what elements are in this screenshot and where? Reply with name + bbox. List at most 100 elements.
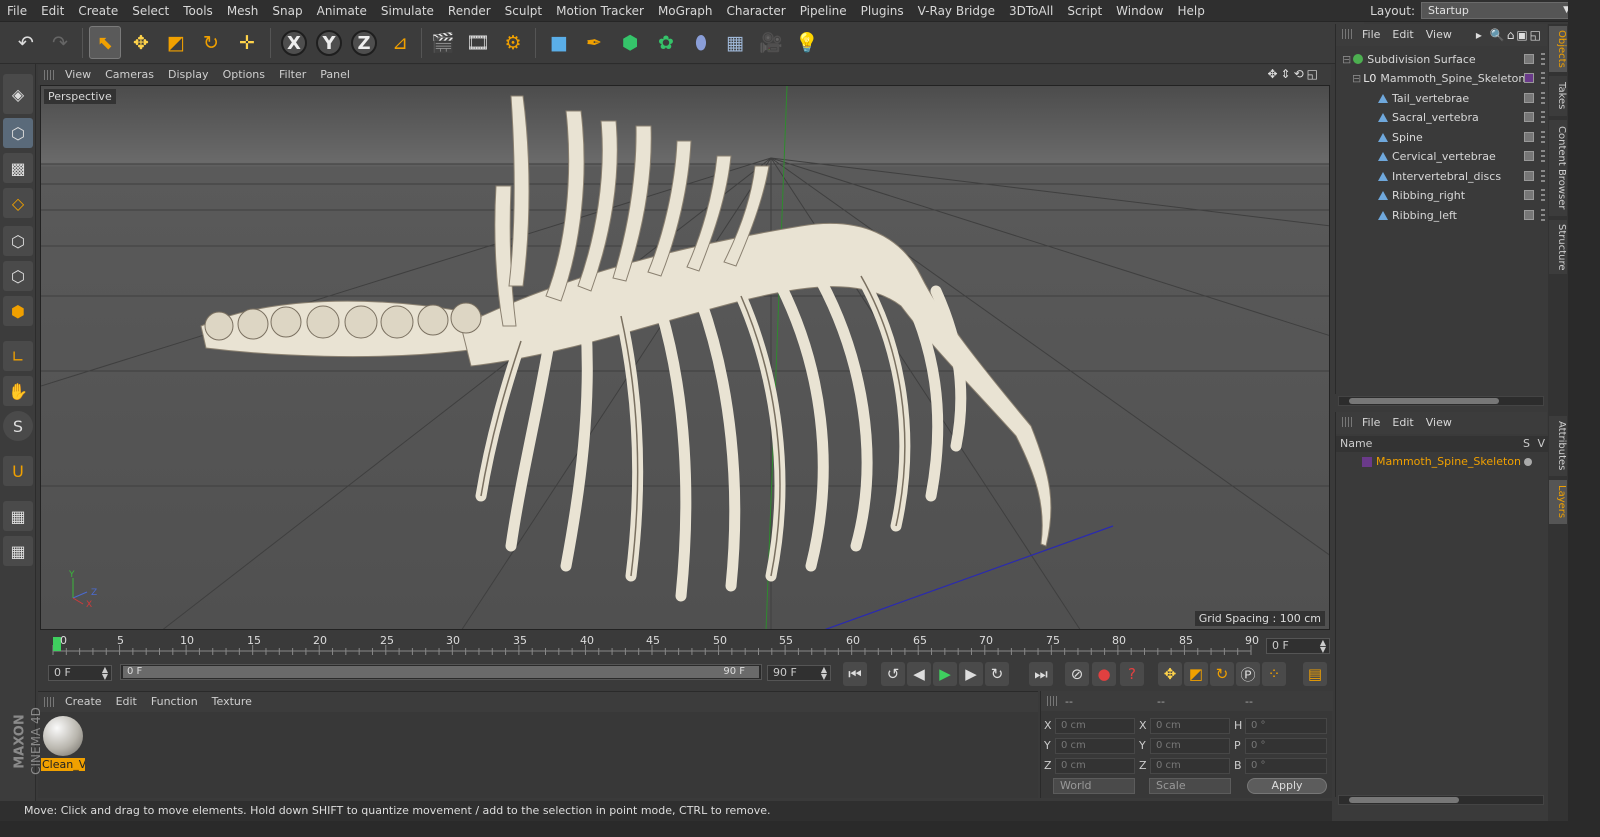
magnet-icon[interactable]: U <box>3 456 33 486</box>
tweak-mode-icon[interactable]: ✋ <box>3 376 33 406</box>
viewport-nav-icons[interactable]: ✥⇕⟲◱ <box>1267 67 1321 81</box>
layer-menu-edit[interactable]: Edit <box>1386 412 1419 434</box>
object-menu-edit[interactable]: Edit <box>1386 24 1419 46</box>
scrollbar-thumb[interactable] <box>1349 797 1459 803</box>
object-flags[interactable] <box>1541 170 1545 182</box>
mammoth-spine-skeleton-model[interactable] <box>200 95 1052 602</box>
key-position-icon[interactable]: ✥ <box>1158 662 1182 686</box>
viewport-menu-options[interactable]: Options <box>216 65 272 85</box>
object-row-subdivision-surface[interactable]: ⊟ Subdivision Surface <box>1336 50 1548 69</box>
coordinate-system-icon[interactable]: ⊿ <box>384 26 416 59</box>
object-row-ribbing-right[interactable]: Ribbing_right <box>1336 186 1548 205</box>
material-menu-edit[interactable]: Edit <box>109 692 144 712</box>
next-key-icon[interactable]: ↻ <box>985 662 1009 686</box>
viewport-menu-panel[interactable]: Panel <box>313 65 357 85</box>
spinner-icon[interactable]: ▲ ▼ <box>1320 639 1326 654</box>
render-settings-icon[interactable]: ⚙ <box>497 26 529 59</box>
material-menu-function[interactable]: Function <box>144 692 205 712</box>
viewport-menu-cameras[interactable]: Cameras <box>98 65 161 85</box>
menu-simulate[interactable]: Simulate <box>374 0 441 22</box>
scrollbar-thumb[interactable] <box>1349 398 1499 404</box>
menu-script[interactable]: Script <box>1060 0 1109 22</box>
material-menu-create[interactable]: Create <box>58 692 109 712</box>
axis-mode-icon[interactable]: ∟ <box>3 341 33 371</box>
object-flags[interactable] <box>1541 72 1545 84</box>
layer-solo-toggle[interactable] <box>1524 458 1532 466</box>
menu-sculpt[interactable]: Sculpt <box>498 0 549 22</box>
coordinate-mode-select[interactable]: World <box>1053 778 1135 794</box>
perspective-viewport[interactable]: Perspective Y Z X Grid Spacing : 100 cm <box>40 85 1330 630</box>
object-flags[interactable] <box>1541 189 1545 201</box>
object-menu-view[interactable]: View <box>1420 24 1458 46</box>
tab-structure[interactable]: Structure <box>1549 220 1567 274</box>
size-x-field[interactable]: 0 cm <box>1150 718 1230 734</box>
panel-grip-icon[interactable] <box>1342 417 1352 427</box>
texture-mode-icon[interactable]: ▩ <box>3 153 33 183</box>
menu-3dtoall[interactable]: 3DToAll <box>1002 0 1060 22</box>
next-frame-icon[interactable]: ▶ <box>959 662 983 686</box>
select-arrow-icon[interactable]: ⬉ <box>89 26 121 59</box>
snapping-icon[interactable]: S <box>3 411 33 441</box>
key-rotation-icon[interactable]: ↻ <box>1210 662 1234 686</box>
lock-workplane-icon[interactable]: ▦ <box>3 501 33 531</box>
light-icon[interactable]: 💡 <box>791 26 823 59</box>
material-swatch[interactable]: Clean_V <box>41 716 85 772</box>
rotation-p-field[interactable]: 0 ° <box>1245 738 1327 754</box>
layer-column-name[interactable]: Name <box>1340 437 1372 450</box>
tab-objects[interactable]: Objects <box>1549 26 1567 72</box>
polygons-mode-icon[interactable]: ⬢ <box>3 296 33 326</box>
render-view-icon[interactable]: 🎬 <box>427 26 459 59</box>
tab-takes[interactable]: Takes <box>1549 76 1567 116</box>
object-horizontal-scrollbar[interactable] <box>1338 396 1544 406</box>
visibility-toggle[interactable] <box>1524 210 1534 220</box>
floor-icon[interactable]: ▦ <box>719 26 751 59</box>
object-row-spine[interactable]: Spine <box>1336 128 1548 147</box>
layer-color-swatch[interactable] <box>1524 73 1534 83</box>
spinner-icon[interactable]: ▲ ▼ <box>102 666 108 681</box>
undo-icon[interactable]: ↶ <box>10 26 42 59</box>
cube-icon[interactable]: ■ <box>543 26 575 59</box>
visibility-toggle[interactable] <box>1524 112 1534 122</box>
key-parameter-icon[interactable]: Ⓟ <box>1236 662 1260 686</box>
workplane-mode-icon[interactable]: ◇ <box>3 188 33 218</box>
menu-mesh[interactable]: Mesh <box>220 0 266 22</box>
apply-button[interactable]: Apply <box>1247 778 1327 794</box>
rotation-h-field[interactable]: 0 ° <box>1245 718 1327 734</box>
material-preview-sphere[interactable] <box>43 716 83 756</box>
scale-icon[interactable]: ◩ <box>160 26 192 59</box>
object-toolbar-icons[interactable]: ▸ 🔍⌂▣◱ <box>1476 24 1543 46</box>
previous-frame-icon[interactable]: ◀ <box>907 662 931 686</box>
viewport-menu-view[interactable]: View <box>58 65 98 85</box>
object-flags[interactable] <box>1541 92 1545 104</box>
menu-character[interactable]: Character <box>719 0 792 22</box>
object-row-mammoth-spine-skeleton[interactable]: ⊟ L0 Mammoth_Spine_Skeleton <box>1336 69 1548 88</box>
points-mode-icon[interactable]: ⬡ <box>3 226 33 256</box>
visibility-toggle[interactable] <box>1524 132 1534 142</box>
timeline-ruler[interactable]: 0 5 10 15 20 25 30 35 40 45 50 55 60 65 … <box>40 633 1262 657</box>
key-scale-icon[interactable]: ◩ <box>1184 662 1208 686</box>
viewport-menu-filter[interactable]: Filter <box>272 65 313 85</box>
layout-select[interactable]: Startup ▼ <box>1421 2 1576 19</box>
visibility-toggle[interactable] <box>1524 54 1534 64</box>
go-to-start-icon[interactable]: ⏮ <box>843 662 867 686</box>
menu-create[interactable]: Create <box>71 0 125 22</box>
panel-grip-icon[interactable] <box>1342 29 1352 39</box>
live-select-icon[interactable]: ✛ <box>231 26 263 59</box>
menu-select[interactable]: Select <box>125 0 176 22</box>
redo-icon[interactable]: ↷ <box>44 26 76 59</box>
end-frame-field[interactable]: 90 F ▲ ▼ <box>767 665 831 681</box>
menu-render[interactable]: Render <box>441 0 498 22</box>
cloner-icon[interactable]: ✿ <box>650 26 682 59</box>
panel-grip-icon[interactable] <box>44 70 54 80</box>
tab-content-browser[interactable]: Content Browser <box>1549 120 1567 216</box>
timeline-window-icon[interactable]: ▤ <box>1303 662 1327 686</box>
menu-pipeline[interactable]: Pipeline <box>793 0 854 22</box>
y-axis-icon[interactable]: Y <box>316 30 342 56</box>
go-to-end-icon[interactable]: ⏭ <box>1029 662 1053 686</box>
record-disabled-icon[interactable]: ⊘ <box>1065 662 1089 686</box>
layer-menu-view[interactable]: View <box>1420 412 1458 434</box>
menu-vray-bridge[interactable]: V-Ray Bridge <box>911 0 1002 22</box>
visibility-toggle[interactable] <box>1524 190 1534 200</box>
panel-grip-icon[interactable] <box>1047 696 1057 706</box>
menu-file[interactable]: File <box>0 0 34 22</box>
